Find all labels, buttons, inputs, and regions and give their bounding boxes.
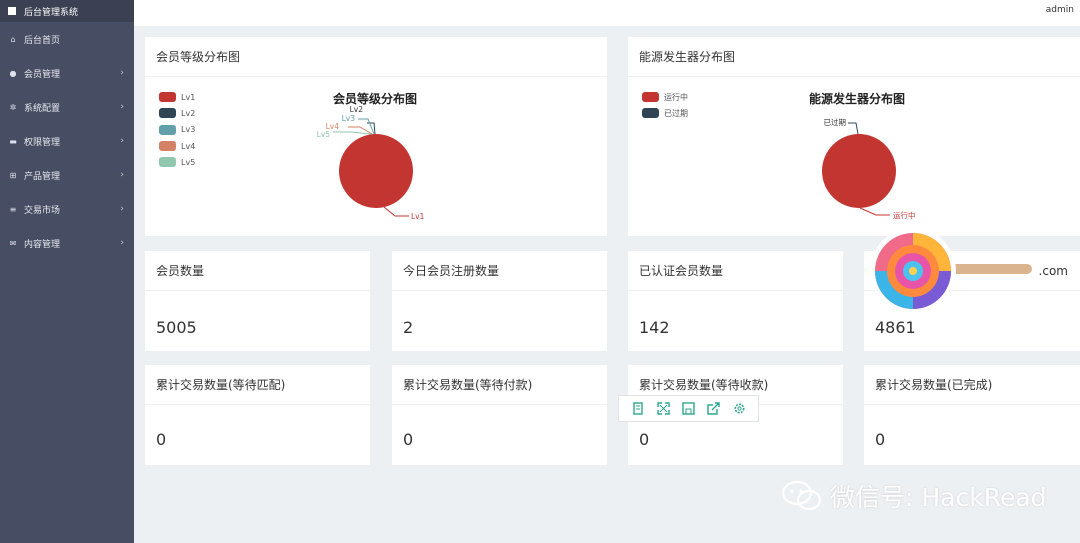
stat-value: 5005: [156, 318, 197, 337]
zoom-icon[interactable]: [656, 402, 670, 416]
sidebar-item-label: 系统配置: [24, 103, 61, 114]
data-view-icon[interactable]: [631, 402, 645, 416]
share-icon[interactable]: [707, 402, 721, 416]
stat-card-today-registrations: 今日会员注册数量 2: [392, 251, 607, 351]
stat-label: 累计交易数量(等待付款): [392, 365, 607, 405]
windows-icon: ⊞: [9, 170, 17, 180]
watermark-text: 微信号: HackRead: [830, 483, 1047, 512]
stat-card-trade-matching: 累计交易数量(等待匹配) 0: [145, 365, 370, 465]
home-icon: ⌂: [10, 34, 16, 44]
stat-label: 累计交易数量(已完成): [864, 365, 1080, 405]
mail-icon: ✉: [9, 238, 17, 248]
pie-slice[interactable]: [822, 134, 896, 208]
stat-value: 0: [639, 430, 650, 449]
stat-card-members: 会员数量 5005: [145, 251, 370, 351]
user-icon: ●: [9, 68, 17, 78]
energy-chart-panel: 能源发生器分布图 运行中 已过期 能源发生器分布图 运行中 已过期: [628, 37, 1080, 236]
chevron-right-icon: ›: [120, 204, 124, 214]
member-pie-chart: Lv1Lv2Lv3Lv4Lv5: [317, 105, 425, 221]
pie-label-line: [358, 118, 375, 135]
sidebar-item-permissions[interactable]: ▬ 权限管理 ›: [0, 124, 134, 158]
sidebar: 后台管理系统 ⌂ 后台首页 ● 会员管理 › ✲ 系统配置 › ▬ 权限管理 ›…: [0, 0, 134, 543]
chevron-right-icon: ›: [120, 68, 124, 78]
stat-label-text: .com: [1038, 263, 1068, 278]
chevron-right-icon: ›: [120, 170, 124, 180]
sidebar-item-content[interactable]: ✉ 内容管理 ›: [0, 226, 134, 260]
sidebar-item-label: 权限管理: [24, 137, 61, 148]
sidebar-item-members[interactable]: ● 会员管理 ›: [0, 56, 134, 90]
brand[interactable]: 后台管理系统: [0, 0, 134, 22]
energy-pie-chart: 运行中 已过期: [822, 117, 916, 220]
pie-slice[interactable]: [339, 134, 413, 208]
card-icon: ▬: [9, 136, 17, 146]
stat-value: 4861: [875, 318, 916, 337]
gears-icon: ✲: [9, 102, 17, 112]
stat-value: 0: [403, 430, 414, 449]
pie-label: Lv2: [350, 105, 364, 114]
stat-label: 今日会员注册数量: [392, 251, 607, 291]
stat-label: 会员数量: [145, 251, 370, 291]
sidebar-item-label: 交易市场: [24, 205, 61, 216]
list-icon: ≡: [9, 204, 17, 214]
sidebar-item-label: 后台首页: [24, 35, 61, 46]
chart-toolbox: [618, 395, 759, 422]
stat-card-verified-members: 已认证会员数量 142: [628, 251, 843, 351]
stat-label: 累计交易数量(等待匹配): [145, 365, 370, 405]
pie-label-line: [848, 122, 859, 135]
pie-label: Lv3: [342, 114, 356, 123]
chevron-right-icon: ›: [120, 238, 124, 248]
brand-title: 后台管理系统: [24, 7, 79, 18]
stat-label: 已认证会员数量: [628, 251, 843, 291]
pie-label: 已过期: [824, 117, 847, 127]
settings-icon[interactable]: [732, 402, 746, 416]
sidebar-item-home[interactable]: ⌂ 后台首页: [0, 22, 134, 56]
sidebar-item-label: 内容管理: [24, 239, 61, 250]
topbar: admin: [134, 0, 1080, 26]
chevron-right-icon: ›: [120, 102, 124, 112]
pie-label-line: [383, 206, 409, 217]
stat-value: 0: [156, 430, 167, 449]
chevron-right-icon: ›: [120, 136, 124, 146]
pie-label: 运行中: [893, 210, 916, 220]
stat-value: 0: [875, 430, 886, 449]
wechat-icon: [781, 480, 822, 511]
stat-card-trade-paying: 累计交易数量(等待付款) 0: [392, 365, 607, 465]
pie-label: Lv5: [317, 130, 331, 139]
sidebar-item-label: 会员管理: [24, 69, 61, 80]
stat-card-trade-completed: 累计交易数量(已完成) 0: [864, 365, 1080, 465]
pie-label: Lv1: [411, 212, 425, 221]
pie-label-line: [859, 207, 890, 216]
stat-value: 2: [403, 318, 414, 337]
sidebar-item-market[interactable]: ≡ 交易市场 ›: [0, 192, 134, 226]
lollipop-sticker-icon: [870, 228, 1032, 314]
user-menu[interactable]: admin: [1046, 5, 1074, 15]
save-icon[interactable]: [681, 402, 695, 416]
watermark: 微信号: HackRead: [780, 478, 1047, 514]
logo-square-icon: [8, 7, 16, 15]
pie-label-line: [333, 131, 372, 135]
stat-value: 142: [639, 318, 670, 337]
sidebar-item-config[interactable]: ✲ 系统配置 ›: [0, 90, 134, 124]
member-chart-panel: 会员等级分布图 Lv1 Lv2 Lv3 Lv4 Lv5 会员等级分布图 Lv1 Lv2 Lv…: [145, 37, 607, 236]
sidebar-item-label: 产品管理: [24, 171, 61, 182]
sidebar-item-products[interactable]: ⊞ 产品管理 ›: [0, 158, 134, 192]
